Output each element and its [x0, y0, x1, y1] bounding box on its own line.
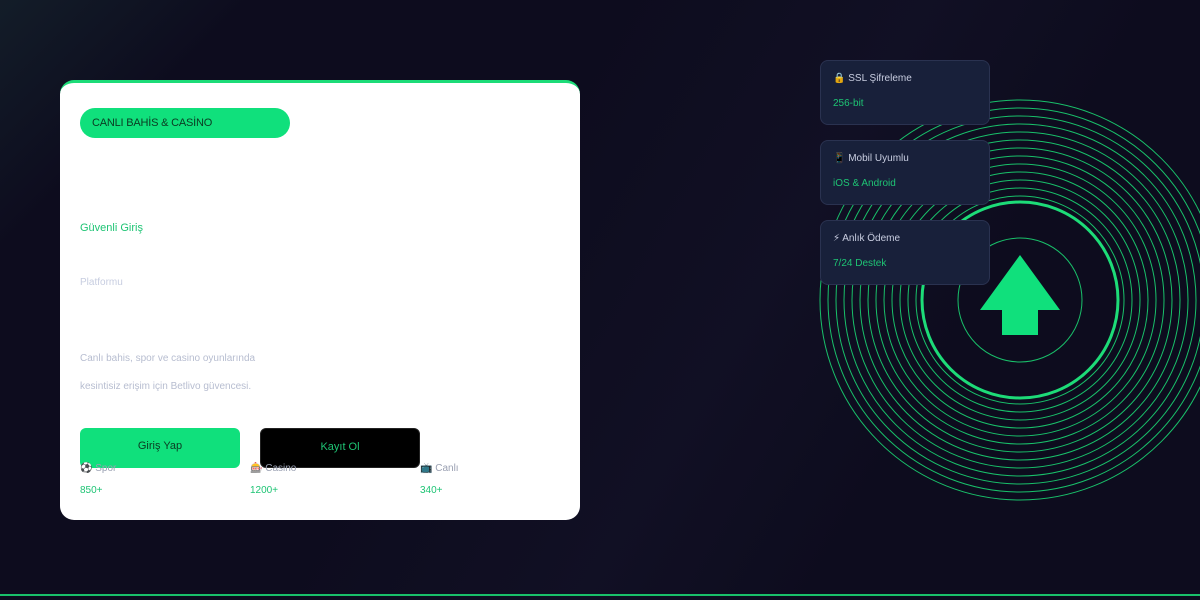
- stat-sports: ⚽ Spor 850+: [80, 463, 220, 496]
- stat-label: 📺 Canlı: [420, 463, 459, 474]
- stat-value: 850+: [80, 485, 103, 496]
- feature-title: 📱 Mobil Uyumlu: [833, 153, 909, 164]
- feature-value: 7/24 Destek: [833, 258, 887, 269]
- hero-description-line-2: kesintisiz erişim için Betlivo güvencesi…: [80, 381, 252, 392]
- stat-value: 340+: [420, 485, 443, 496]
- feature-card-payment: ⚡ Anlık Ödeme 7/24 Destek: [820, 220, 990, 285]
- stat-live: 📺 Canlı 340+: [420, 463, 560, 496]
- feature-card-mobile: 📱 Mobil Uyumlu iOS & Android: [820, 140, 990, 205]
- login-button[interactable]: Giriş Yap: [80, 428, 240, 468]
- hero-subhead: Platformu: [80, 277, 123, 288]
- feature-value: iOS & Android: [833, 178, 896, 189]
- hero-description-line-1: Canlı bahis, spor ve casino oyunlarında: [80, 353, 256, 364]
- hero-headline: Güvenli Giriş: [80, 222, 143, 234]
- feature-title: 🔒 SSL Şifreleme: [833, 73, 912, 84]
- bottom-divider: [0, 594, 1200, 596]
- login-hero-card: CANLI BAHİS & CASİNO Güvenli Giriş Platf…: [60, 80, 580, 520]
- feature-value: 256-bit: [833, 98, 864, 109]
- feature-card-ssl: 🔒 SSL Şifreleme 256-bit: [820, 60, 990, 125]
- stat-casino: 🎰 Casino 1200+: [250, 463, 390, 496]
- stat-label: ⚽ Spor: [80, 463, 117, 474]
- register-button[interactable]: Kayıt Ol: [260, 428, 420, 468]
- stat-label: 🎰 Casino: [250, 463, 297, 474]
- feature-title: ⚡ Anlık Ödeme: [833, 233, 901, 244]
- stat-value: 1200+: [250, 485, 279, 496]
- category-badge: CANLI BAHİS & CASİNO: [80, 108, 290, 138]
